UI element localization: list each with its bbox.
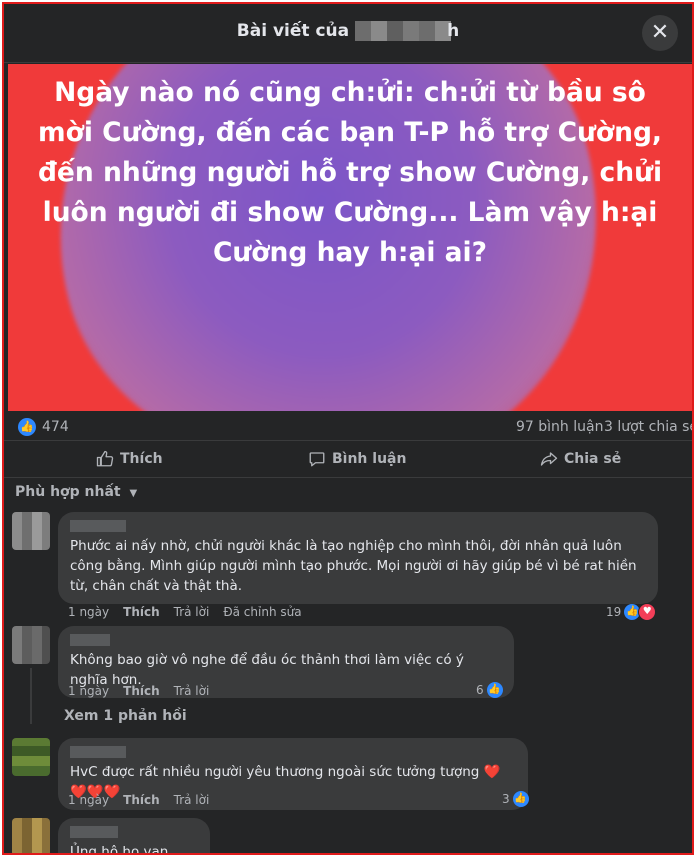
- like-button[interactable]: Thích: [96, 450, 163, 468]
- comment-like-button[interactable]: Thích: [123, 684, 160, 698]
- reaction-count: 19: [606, 605, 622, 619]
- comment-text: Không bao giờ vô nghe để đầu óc thảnh th…: [70, 652, 464, 688]
- avatar[interactable]: [12, 738, 50, 776]
- post-stats: 👍 474 97 bình luận 3 lượt chia sẻ: [4, 417, 692, 441]
- share-icon: [540, 452, 558, 466]
- comment-bubble: Ủng hộ ho van cường: [58, 818, 210, 855]
- close-button[interactable]: ✕: [642, 15, 678, 51]
- comment-reply-button[interactable]: Trả lời: [174, 793, 210, 807]
- avatar[interactable]: [12, 626, 50, 664]
- post-modal: Bài viết của h ✕ Ngày nào nó cũng ch:ửi: …: [2, 2, 694, 855]
- comment-like-button[interactable]: Thích: [123, 605, 160, 619]
- comment-reactions[interactable]: 3 👍: [502, 791, 529, 807]
- comment-time[interactable]: 1 ngày: [68, 605, 109, 619]
- share-button-label: Chia sẻ: [564, 451, 622, 467]
- avatar[interactable]: [12, 512, 50, 550]
- comment-time[interactable]: 1 ngày: [68, 793, 109, 807]
- post-text: Ngày nào nó cũng ch:ửi: ch:ửi từ bầu sô …: [37, 77, 663, 268]
- sort-label: Phù hợp nhất: [15, 484, 121, 500]
- view-replies-link[interactable]: Xem 1 phản hồi: [64, 708, 187, 724]
- blurred-commenter-name[interactable]: [70, 826, 118, 838]
- comment-button[interactable]: Bình luận: [308, 450, 406, 468]
- post-actions: Thích Bình luận Chia sẻ: [4, 440, 692, 478]
- comment-like-button[interactable]: Thích: [123, 793, 160, 807]
- reaction-count: 3: [502, 792, 510, 806]
- comments-count[interactable]: 97 bình luận: [516, 419, 603, 435]
- comment-button-label: Bình luận: [332, 451, 407, 467]
- reply-thread-line: [30, 668, 32, 724]
- comment-meta: 1 ngày Thích Trả lời: [68, 684, 209, 698]
- comment-reactions[interactable]: 19 👍 ♥: [606, 603, 657, 621]
- comment-text: Phước ai nấy nhờ, chửi người khác là tạo…: [70, 538, 637, 594]
- thumbs-up-icon: 👍: [512, 791, 529, 807]
- comment-reply-button[interactable]: Trả lời: [174, 684, 210, 698]
- modal-header: Bài viết của h ✕: [4, 4, 692, 63]
- thumbs-up-icon: 👍: [486, 682, 503, 698]
- shares-count[interactable]: 3 lượt chia sẻ: [604, 419, 692, 435]
- share-button[interactable]: Chia sẻ: [540, 450, 621, 468]
- thumbs-up-icon: [96, 450, 114, 467]
- blurred-commenter-name[interactable]: [70, 520, 126, 532]
- comment-sort-dropdown[interactable]: Phù hợp nhất ▼: [15, 484, 137, 500]
- reaction-count: 6: [476, 683, 484, 697]
- like-count[interactable]: 474: [42, 419, 69, 435]
- avatar[interactable]: [12, 818, 50, 853]
- comment-reactions[interactable]: 6 👍: [476, 682, 503, 698]
- comment-time[interactable]: 1 ngày: [68, 684, 109, 698]
- modal-title-prefix: Bài viết của: [236, 21, 350, 41]
- comment-meta: 1 ngày Thích Trả lời: [68, 793, 209, 807]
- comment-reply-button[interactable]: Trả lời: [174, 605, 210, 619]
- comment-icon: [309, 452, 325, 467]
- comment-edited-label[interactable]: Đã chỉnh sửa: [223, 605, 301, 619]
- blurred-commenter-name[interactable]: [70, 746, 126, 758]
- comment-text: Ủng hộ ho van cường: [70, 844, 169, 855]
- like-button-label: Thích: [120, 451, 163, 467]
- comment-bubble: Phước ai nấy nhờ, chửi người khác là tạo…: [58, 512, 658, 604]
- comment-meta: 1 ngày Thích Trả lời Đã chỉnh sửa: [68, 605, 302, 619]
- close-icon: ✕: [650, 20, 670, 45]
- modal-title-suffix: h: [447, 21, 460, 41]
- blurred-author-name: [355, 21, 452, 41]
- heart-icon: ♥: [638, 603, 657, 621]
- post-image[interactable]: Ngày nào nó cũng ch:ửi: ch:ửi từ bầu sô …: [8, 64, 692, 411]
- blurred-commenter-name[interactable]: [70, 634, 110, 646]
- modal-title: Bài viết của h: [4, 21, 692, 41]
- view-replies-label: Xem 1 phản hồi: [64, 708, 187, 724]
- like-reaction-icon[interactable]: 👍: [18, 418, 36, 436]
- chevron-down-icon: ▼: [129, 488, 138, 499]
